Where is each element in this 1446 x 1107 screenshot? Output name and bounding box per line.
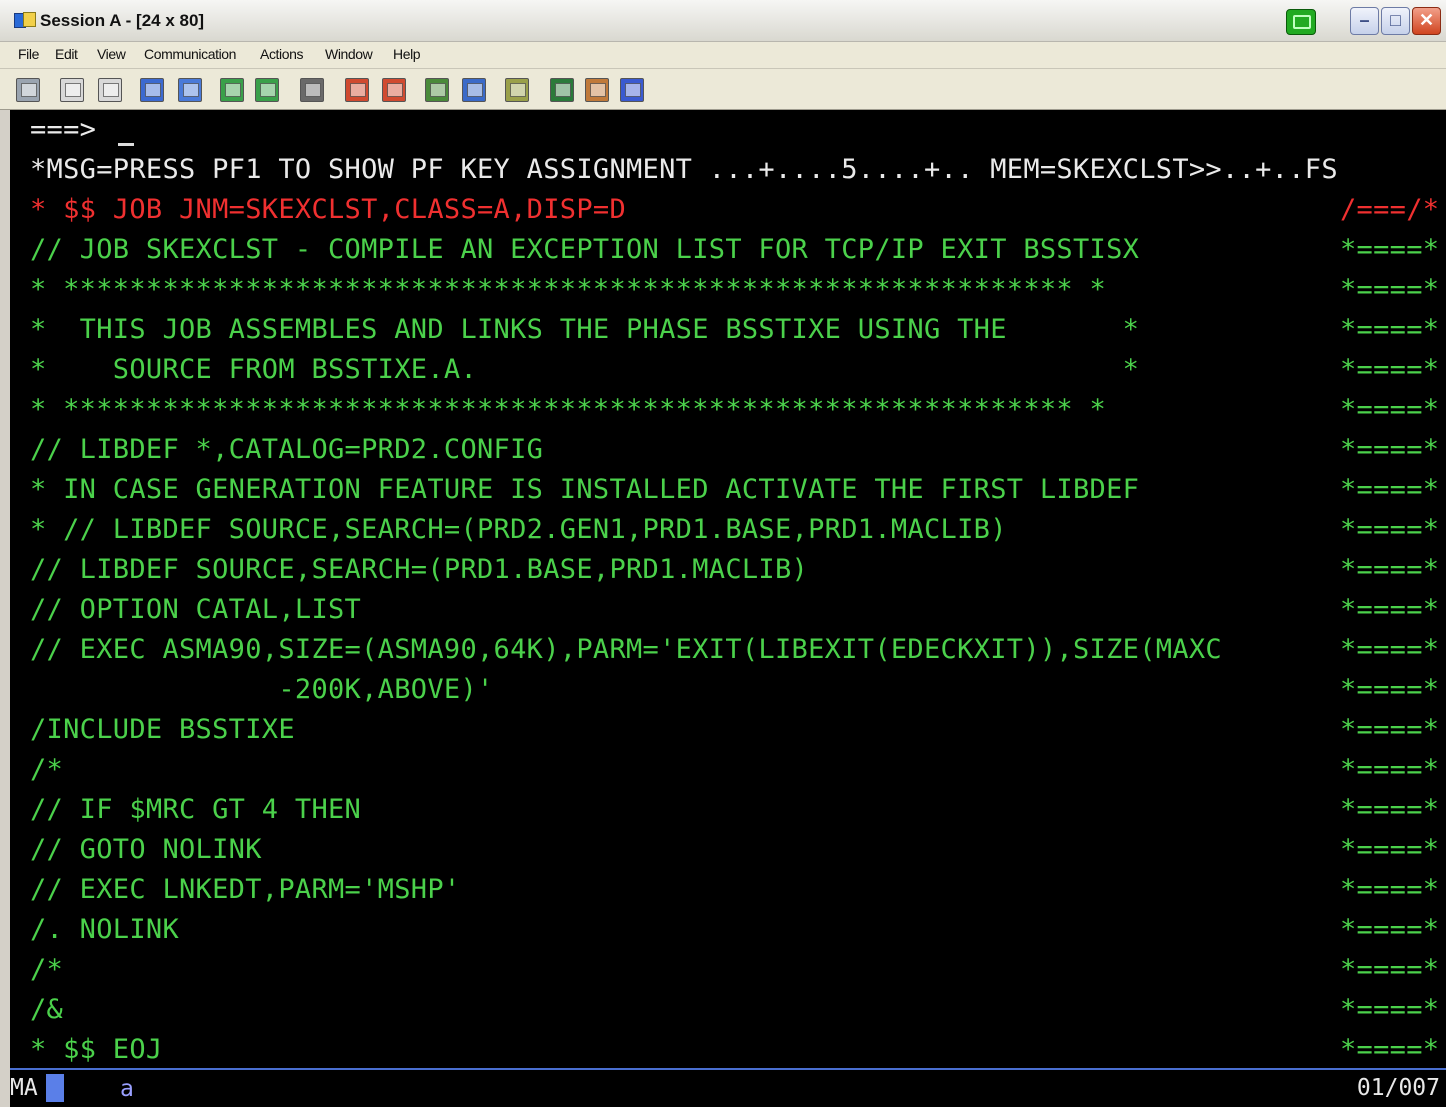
line-marker: *====* [1340,834,1440,865]
menu-help[interactable]: Help [393,46,421,62]
line-marker: *====* [1340,594,1440,625]
send-file-icon[interactable] [140,78,164,102]
terminal-line[interactable]: * // LIBDEF SOURCE,SEARCH=(PRD2.GEN1,PRD… [30,510,1007,550]
toolbar [0,68,1446,110]
window-title: Session A - [24 x 80] [40,11,205,30]
menu-window[interactable]: Window [325,46,373,62]
line-marker: *====* [1340,274,1440,305]
display-icon[interactable] [220,78,244,102]
line-marker: *====* [1340,434,1440,465]
line-marker: /===/* [1340,194,1440,225]
terminal-line[interactable]: * THIS JOB ASSEMBLES AND LINKS THE PHASE… [30,310,1139,350]
line-marker: *====* [1340,994,1440,1025]
line-marker: *====* [1340,394,1440,425]
keypad-icon[interactable] [425,78,449,102]
maximize-button[interactable]: □ [1381,7,1410,35]
terminal-line[interactable]: * SOURCE FROM BSSTIXE.A. * [30,350,1139,390]
line-marker: *====* [1340,474,1440,505]
menu-bar: File Edit View Communication Actions Win… [0,42,1446,68]
line-marker: *====* [1340,714,1440,745]
line-marker: *====* [1340,794,1440,825]
terminal-line[interactable]: // GOTO NOLINK [30,830,262,870]
operator-info-area: MA a 01/007 [10,1068,1446,1107]
print-screen-icon[interactable] [16,78,40,102]
menu-file[interactable]: File [18,46,39,62]
status-indicator: a [120,1076,134,1102]
line-marker: *====* [1340,914,1440,945]
terminal-line[interactable]: * IN CASE GENERATION FEATURE IS INSTALLE… [30,470,1139,510]
terminal-line[interactable]: /. NOLINK [30,910,179,950]
terminal-line[interactable]: // JOB SKEXCLST - COMPILE AN EXCEPTION L… [30,230,1139,270]
terminal-line[interactable]: /* [30,950,63,990]
title-bar: Session A - [24 x 80] – □ ✕ [0,0,1446,42]
line-marker: *====* [1340,314,1440,345]
receive-file-icon[interactable] [178,78,202,102]
color-icon[interactable] [550,78,574,102]
menu-view[interactable]: View [97,46,126,62]
terminal-line[interactable]: /& [30,990,63,1030]
terminal-line[interactable]: // IF $MRC GT 4 THEN [30,790,361,830]
terminal-line[interactable]: /* [30,750,63,790]
line-marker: *====* [1340,354,1440,385]
line-marker: *====* [1340,514,1440,545]
terminal-line[interactable]: // OPTION CATAL,LIST [30,590,361,630]
terminal-line[interactable]: * $$ EOJ [30,1030,162,1068]
line-marker: *====* [1340,634,1440,665]
cursor-position: 01/007 [1356,1075,1440,1101]
menu-actions[interactable]: Actions [260,46,304,62]
monitor-icon[interactable] [620,78,644,102]
terminal-line[interactable]: * **************************************… [30,270,1106,310]
terminal-line[interactable]: // LIBDEF SOURCE,SEARCH=(PRD1.BASE,PRD1.… [30,550,808,590]
stop-macro-icon[interactable] [382,78,406,102]
terminal-line[interactable]: // EXEC ASMA90,SIZE=(ASMA90,64K),PARM='E… [30,630,1222,670]
status-cursor-block [46,1074,64,1102]
terminal-line[interactable]: * $$ JOB JNM=SKEXCLST,CLASS=A,DISP=D [30,190,626,230]
terminal-screen[interactable]: ===> *MSG=PRESS PF1 TO SHOW PF KEY ASSIG… [10,110,1446,1068]
terminal-line[interactable]: // EXEC LNKEDT,PARM='MSHP' [30,870,460,910]
app-icon [14,12,36,28]
record-icon[interactable] [255,78,279,102]
play-macro-icon[interactable] [345,78,369,102]
menu-edit[interactable]: Edit [55,46,78,62]
line-marker: *====* [1340,1034,1440,1065]
line-marker: *====* [1340,674,1440,705]
line-marker: *====* [1340,554,1440,585]
text-cursor [118,143,134,146]
connection-status-icon [1286,9,1316,35]
macro-icon[interactable] [300,78,324,102]
copy-icon[interactable] [60,78,84,102]
paste-icon[interactable] [98,78,122,102]
line-marker: *====* [1340,754,1440,785]
menu-communication[interactable]: Communication [144,46,236,62]
command-prompt: ===> [30,114,97,145]
terminal-line[interactable]: /INCLUDE BSSTIXE [30,710,295,750]
line-marker: *====* [1340,234,1440,265]
terminal-line[interactable]: // LIBDEF *,CATALOG=PRD2.CONFIG [30,430,543,470]
terminal-line[interactable]: * **************************************… [30,390,1106,430]
line-marker: *====* [1340,874,1440,905]
terminal-line[interactable]: *MSG=PRESS PF1 TO SHOW PF KEY ASSIGNMENT… [30,150,1338,190]
terminal-line[interactable]: -200K,ABOVE)' [30,670,494,710]
minimize-button[interactable]: – [1350,7,1379,35]
clipboard-icon[interactable] [505,78,529,102]
close-button[interactable]: ✕ [1412,7,1441,35]
edit-key-icon[interactable] [585,78,609,102]
line-marker: *====* [1340,954,1440,985]
status-mode: MA [10,1075,38,1101]
keypad-alt-icon[interactable] [462,78,486,102]
